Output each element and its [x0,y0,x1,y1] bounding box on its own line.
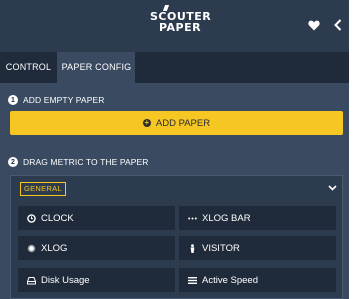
step-1-title: ADD EMPTY PAPER [23,95,105,105]
group-badge-general: GENERAL [20,182,66,196]
metric-label: Disk Usage [41,274,90,286]
step-1-number: 1 [8,95,18,105]
tab-bar: CONTROL PAPER CONFIG [0,52,349,83]
metric-label: XLOG [41,242,68,254]
scouter-paper-app: SCOUTER PAPER CONTROL PAPER CONFIG 1 ADD… [0,0,349,299]
bars-icon [188,276,197,285]
ellipsis-icon [188,214,197,223]
add-paper-button[interactable]: + ADD PAPER [10,111,343,135]
metric-xlog[interactable]: XLOG [18,236,175,260]
add-paper-label: ADD PAPER [155,117,211,129]
metric-label: CLOCK [41,212,74,224]
dot-circle-icon [27,244,36,253]
metric-label: VISITOR [202,242,240,254]
metric-clock[interactable]: CLOCK [18,206,175,230]
metric-xlog-bar[interactable]: XLOG BAR [179,206,336,230]
metric-group-panel: GENERAL CLOCK XLOG BAR XLOG VISITOR Disk… [10,175,343,299]
hdd-icon [27,276,36,285]
step-1-header: 1 ADD EMPTY PAPER [8,93,104,107]
metric-label: XLOG BAR [202,212,251,224]
top-bar: SCOUTER PAPER [0,0,349,52]
metric-active-speed[interactable]: Active Speed [179,268,336,292]
step-2-title: DRAG METRIC TO THE PAPER [23,157,149,167]
metric-disk-usage[interactable]: Disk Usage [18,268,175,292]
person-icon [188,243,197,253]
plus-circle-icon: + [142,118,151,127]
metric-label: Active Speed [202,274,258,286]
chevron-down-icon[interactable] [327,183,337,193]
chevron-left-icon[interactable] [330,17,346,33]
tab-control[interactable]: CONTROL [0,52,58,83]
metric-visitor[interactable]: VISITOR [179,236,336,260]
tab-paper-config[interactable]: PAPER CONFIG [58,52,135,83]
clock-icon [27,213,36,223]
heart-icon[interactable] [306,17,322,33]
step-2-number: 2 [8,157,18,167]
logo-line-2: PAPER [158,21,202,34]
scouter-paper-logo: SCOUTER PAPER [150,5,211,34]
step-2-header: 2 DRAG METRIC TO THE PAPER [8,155,149,169]
